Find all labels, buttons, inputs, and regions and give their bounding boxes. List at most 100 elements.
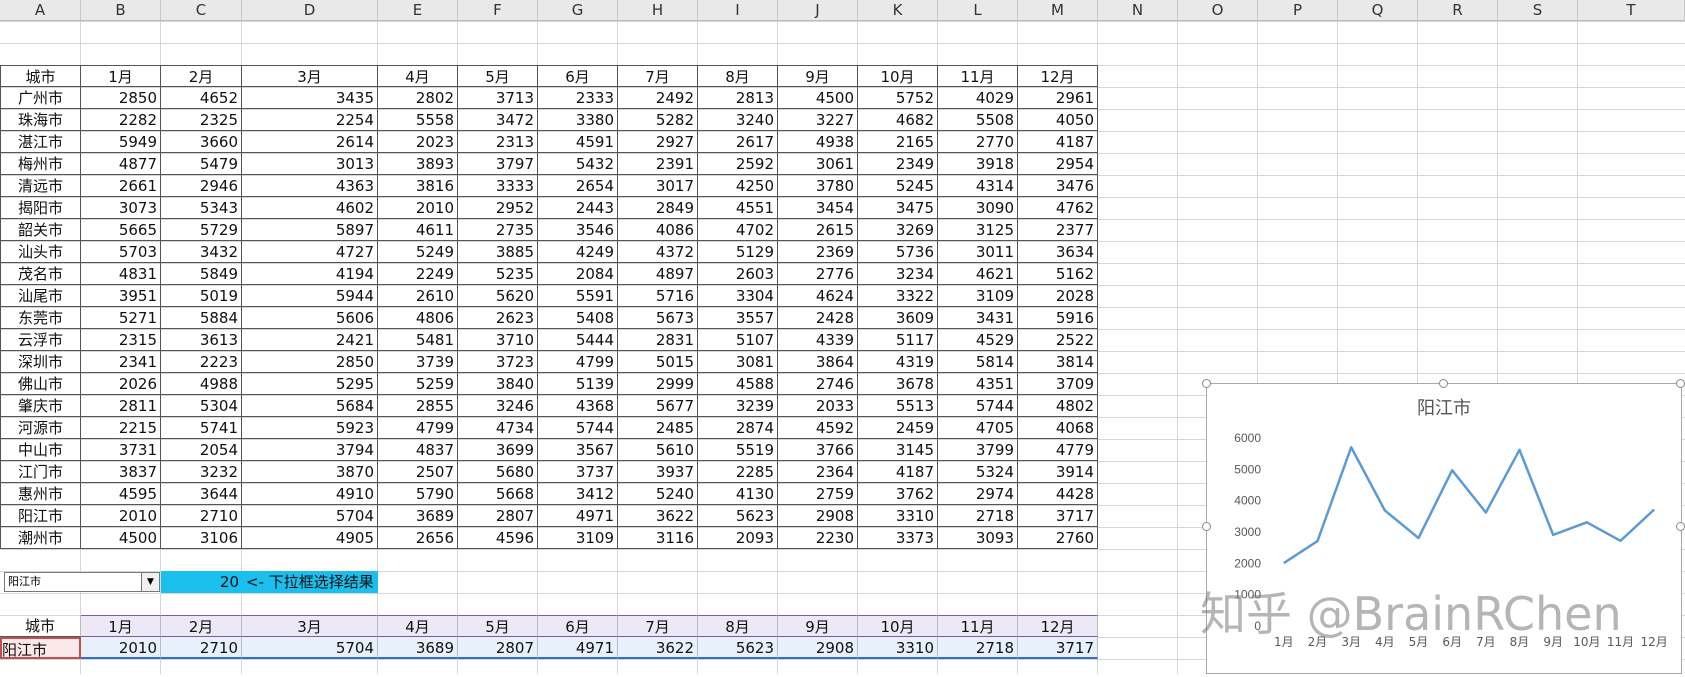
value-cell[interactable]: 3234: [858, 263, 938, 285]
value-cell[interactable]: 2735: [458, 219, 538, 241]
value-cell[interactable]: 3475: [858, 197, 938, 219]
table-header-cell[interactable]: 4月: [378, 65, 458, 87]
result-value-cell[interactable]: 2908: [778, 637, 858, 659]
value-cell[interactable]: 2746: [778, 373, 858, 395]
value-cell[interactable]: 4897: [618, 263, 698, 285]
value-cell[interactable]: 3240: [698, 109, 778, 131]
table-header-cell[interactable]: 6月: [538, 65, 618, 87]
value-cell[interactable]: 2364: [778, 461, 858, 483]
table-header-cell[interactable]: 2月: [161, 65, 242, 87]
value-cell[interactable]: 2850: [242, 351, 378, 373]
value-cell[interactable]: 2485: [618, 417, 698, 439]
value-cell[interactable]: 2760: [1018, 527, 1098, 549]
value-cell[interactable]: 4831: [81, 263, 161, 285]
value-cell[interactable]: 3840: [458, 373, 538, 395]
value-cell[interactable]: 3780: [778, 175, 858, 197]
value-cell[interactable]: 3710: [458, 329, 538, 351]
result-header-cell[interactable]: 6月: [538, 615, 618, 637]
value-cell[interactable]: 3322: [858, 285, 938, 307]
value-cell[interactable]: 4602: [242, 197, 378, 219]
value-cell[interactable]: 2215: [81, 417, 161, 439]
value-cell[interactable]: 4988: [161, 373, 242, 395]
value-cell[interactable]: 3713: [458, 87, 538, 109]
column-header-K[interactable]: K: [858, 0, 938, 21]
value-cell[interactable]: 3109: [938, 285, 1018, 307]
value-cell[interactable]: 3794: [242, 439, 378, 461]
value-cell[interactable]: 5343: [161, 197, 242, 219]
value-cell[interactable]: 2333: [538, 87, 618, 109]
value-cell[interactable]: 3837: [81, 461, 161, 483]
column-header-S[interactable]: S: [1498, 0, 1578, 21]
value-cell[interactable]: 2391: [618, 153, 698, 175]
result-value-cell[interactable]: 3689: [378, 637, 458, 659]
value-cell[interactable]: 4187: [1018, 131, 1098, 153]
city-name-cell[interactable]: 清远市: [0, 175, 81, 197]
value-cell[interactable]: 2507: [378, 461, 458, 483]
value-cell[interactable]: 5558: [378, 109, 458, 131]
value-cell[interactable]: 2492: [618, 87, 698, 109]
city-name-cell[interactable]: 阳江市: [0, 505, 81, 527]
value-cell[interactable]: 3093: [938, 527, 1018, 549]
value-cell[interactable]: 5249: [378, 241, 458, 263]
value-cell[interactable]: 3766: [778, 439, 858, 461]
value-cell[interactable]: 5703: [81, 241, 161, 263]
result-header-cell[interactable]: 1月: [81, 615, 161, 637]
value-cell[interactable]: 4086: [618, 219, 698, 241]
result-header-cell[interactable]: 5月: [458, 615, 538, 637]
result-value-cell[interactable]: 4971: [538, 637, 618, 659]
value-cell[interactable]: 4592: [778, 417, 858, 439]
value-cell[interactable]: 3472: [458, 109, 538, 131]
series-line[interactable]: [1284, 447, 1654, 563]
value-cell[interactable]: 2811: [81, 395, 161, 417]
column-header-N[interactable]: N: [1098, 0, 1178, 21]
value-cell[interactable]: 4130: [698, 483, 778, 505]
value-cell[interactable]: 4762: [1018, 197, 1098, 219]
value-cell[interactable]: 2661: [81, 175, 161, 197]
value-cell[interactable]: 3061: [778, 153, 858, 175]
value-cell[interactable]: 2615: [778, 219, 858, 241]
value-cell[interactable]: 5282: [618, 109, 698, 131]
value-cell[interactable]: 3762: [858, 483, 938, 505]
value-cell[interactable]: 2710: [161, 505, 242, 527]
value-cell[interactable]: 2656: [378, 527, 458, 549]
value-cell[interactable]: 3304: [698, 285, 778, 307]
value-cell[interactable]: 4595: [81, 483, 161, 505]
value-cell[interactable]: 4799: [538, 351, 618, 373]
value-cell[interactable]: 3454: [778, 197, 858, 219]
city-name-cell[interactable]: 茂名市: [0, 263, 81, 285]
column-header-M[interactable]: M: [1018, 0, 1098, 21]
value-cell[interactable]: 3644: [161, 483, 242, 505]
value-cell[interactable]: 4596: [458, 527, 538, 549]
value-cell[interactable]: 4249: [538, 241, 618, 263]
value-cell[interactable]: 3893: [378, 153, 458, 175]
value-cell[interactable]: 5479: [161, 153, 242, 175]
value-cell[interactable]: 2617: [698, 131, 778, 153]
value-cell[interactable]: 3609: [858, 307, 938, 329]
value-cell[interactable]: 4905: [242, 527, 378, 549]
value-cell[interactable]: 4971: [538, 505, 618, 527]
value-cell[interactable]: 5704: [242, 505, 378, 527]
table-header-cell[interactable]: 7月: [618, 65, 698, 87]
value-cell[interactable]: 2369: [778, 241, 858, 263]
table-header-cell[interactable]: 10月: [858, 65, 938, 87]
city-name-cell[interactable]: 江门市: [0, 461, 81, 483]
value-cell[interactable]: 2325: [161, 109, 242, 131]
value-cell[interactable]: 5620: [458, 285, 538, 307]
column-header-B[interactable]: B: [81, 0, 161, 21]
value-cell[interactable]: 2443: [538, 197, 618, 219]
value-cell[interactable]: 3333: [458, 175, 538, 197]
value-cell[interactable]: 5923: [242, 417, 378, 439]
value-cell[interactable]: 5610: [618, 439, 698, 461]
value-cell[interactable]: 4802: [1018, 395, 1098, 417]
value-cell[interactable]: 5744: [538, 417, 618, 439]
table-header-cell[interactable]: 5月: [458, 65, 538, 87]
result-header-cell[interactable]: 12月: [1018, 615, 1098, 637]
city-name-cell[interactable]: 韶关市: [0, 219, 81, 241]
value-cell[interactable]: 4624: [778, 285, 858, 307]
value-cell[interactable]: 2952: [458, 197, 538, 219]
value-cell[interactable]: 3797: [458, 153, 538, 175]
value-cell[interactable]: 2249: [378, 263, 458, 285]
value-cell[interactable]: 4779: [1018, 439, 1098, 461]
value-cell[interactable]: 2759: [778, 483, 858, 505]
value-cell[interactable]: 3116: [618, 527, 698, 549]
